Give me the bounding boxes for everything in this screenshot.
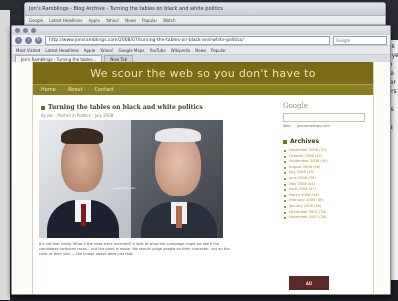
page-content: Turning the tables on black and white po…: [33, 98, 373, 294]
post-meta: By Jon · Posted in Politics · July 2008: [41, 113, 114, 118]
reload-icon[interactable]: ↻: [35, 36, 42, 44]
address-bar[interactable]: http://www.jonsramblings.com/2008/07/tur…: [45, 35, 330, 45]
bookmarks-toolbar: Most Visited Latest Headlines Apple Yaho…: [12, 46, 390, 55]
google-logo: Google: [283, 102, 308, 110]
bookmark-item[interactable]: Apple: [84, 48, 95, 53]
tie-shape: [176, 206, 182, 228]
background-window-title: Jon's Ramblings - Blog Archive - Turning…: [29, 6, 224, 12]
search-option[interactable]: jonsramblings.com: [297, 124, 330, 128]
bookmark-item[interactable]: News: [195, 48, 206, 53]
back-arrow-icon[interactable]: ‹: [15, 36, 22, 44]
background-window-toolbar: Google Latest Headlines Apple Yahoo! New…: [25, 16, 385, 25]
bookmark-item[interactable]: Google Maps: [119, 48, 145, 53]
bookmark-item[interactable]: Wikipedia: [171, 48, 191, 53]
blog-post: Turning the tables on black and white po…: [41, 104, 261, 118]
image-watermark: www.flickr.com: [113, 186, 136, 190]
close-icon[interactable]: [15, 28, 20, 33]
post-title[interactable]: Turning the tables on black and white po…: [41, 104, 261, 111]
search-input[interactable]: Google: [333, 35, 387, 45]
portrait-left: [39, 120, 131, 238]
hair-shape: [61, 128, 103, 144]
blog-page: We scour the web so you don't have to Ho…: [32, 62, 374, 294]
bg-toolbar-item[interactable]: News: [125, 18, 136, 23]
bg-toolbar-item[interactable]: Apple: [89, 18, 100, 23]
bookmark-item[interactable]: Latest Headlines: [45, 48, 78, 53]
archives-heading: Archives: [283, 138, 365, 145]
post-image: www.flickr.com: [39, 120, 223, 238]
menu-item-home[interactable]: Home: [41, 87, 56, 93]
navigation-toolbar: ‹ › ↻ http://www.jonsramblings.com/2008/…: [12, 35, 390, 46]
archives-list: November 2008 (31) October 2008 (42) Sep…: [283, 148, 365, 221]
bg-toolbar-item[interactable]: Yahoo!: [106, 18, 119, 23]
portrait-right: [131, 120, 223, 238]
page-viewport: We scour the web so you don't have to Ho…: [12, 62, 390, 294]
minimize-icon[interactable]: [23, 28, 28, 33]
bookmark-item[interactable]: YouTube: [149, 48, 165, 53]
site-header: We scour the web so you don't have to: [33, 62, 373, 84]
archive-link[interactable]: November 2007 (28): [283, 215, 365, 221]
menu-item-contact[interactable]: Contact: [95, 87, 114, 93]
hair-shape: [155, 128, 201, 142]
sidebar-search-input[interactable]: [283, 113, 365, 122]
ad-label: AD: [305, 280, 313, 286]
window-titlebar[interactable]: [12, 26, 390, 35]
bookmark-item[interactable]: Most Visited: [16, 48, 40, 53]
search-scope-options: Web jonsramblings.com: [283, 124, 365, 128]
site-menu: Home About Contact: [33, 84, 373, 95]
forward-arrow-icon[interactable]: ›: [25, 36, 32, 44]
main-browser-window[interactable]: ‹ › ↻ http://www.jonsramblings.com/2008/…: [11, 25, 391, 295]
bg-toolbar-item[interactable]: Watch: [163, 18, 175, 23]
archives-title-text: Archives: [290, 138, 320, 145]
post-body: It's not that funny. What if the roles w…: [39, 242, 230, 256]
post-title-text[interactable]: Turning the tables on black and white po…: [48, 104, 203, 111]
bg-toolbar-item[interactable]: Latest Headlines: [49, 18, 82, 23]
face-shape: [155, 134, 201, 196]
sidebar: Google Web jonsramblings.com Archives No…: [283, 102, 365, 221]
search-option[interactable]: Web: [283, 124, 291, 128]
left-window-edge: [0, 10, 10, 300]
bg-toolbar-item[interactable]: Popular: [142, 18, 157, 23]
background-window-titlebar[interactable]: Jon's Ramblings - Blog Archive - Turning…: [25, 3, 385, 16]
sidebar-ad[interactable]: AD: [289, 276, 329, 290]
site-tagline: We scour the web so you don't have to: [90, 66, 316, 80]
post-bullet-icon: [41, 105, 45, 110]
bg-toolbar-item[interactable]: Google: [29, 18, 43, 23]
bookmark-item[interactable]: Popular: [211, 48, 226, 53]
menu-item-about[interactable]: About: [68, 87, 83, 93]
maximize-icon[interactable]: [31, 28, 36, 33]
bookmark-item[interactable]: Yahoo!: [100, 48, 113, 53]
archives-bullet-icon: [283, 139, 287, 144]
tie-shape: [81, 204, 86, 226]
